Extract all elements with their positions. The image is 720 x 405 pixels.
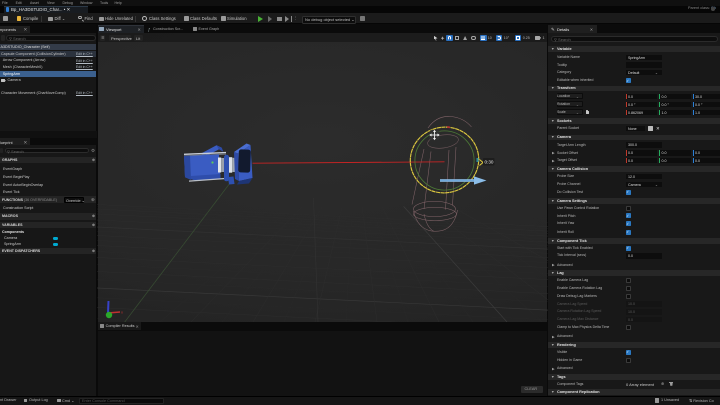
svg-text:x: x (121, 310, 123, 315)
svg-text:0:30: 0:30 (485, 160, 494, 165)
